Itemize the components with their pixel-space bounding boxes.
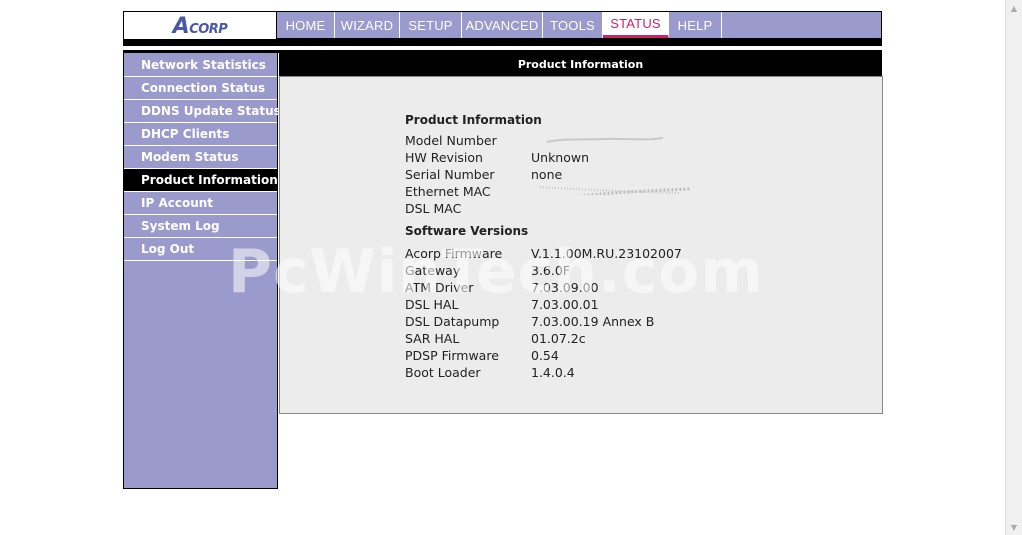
page-title: Product Information (279, 53, 882, 76)
sidebar: Network Statistics Connection Status DDN… (123, 53, 281, 489)
tab-setup[interactable]: SETUP (400, 12, 462, 38)
sw-value: 7.03.09.00 (531, 280, 599, 295)
sidebar-item-ip-account[interactable]: IP Account (124, 192, 277, 215)
product-info-heading: Product Information (405, 113, 542, 127)
tab-wizard[interactable]: WIZARD (335, 12, 400, 38)
product-info-panel: Product Information Model Number HW Revi… (279, 76, 883, 414)
info-value: none (531, 167, 563, 182)
sw-value: 7.03.00.01 (531, 297, 599, 312)
sidebar-item-modem-status[interactable]: Modem Status (124, 146, 277, 169)
sw-value: 0.54 (531, 348, 559, 363)
sidebar-item-ddns-update-status[interactable]: DDNS Update Status (124, 100, 281, 123)
sidebar-item-log-out[interactable]: Log Out (124, 238, 277, 261)
sidebar-item-system-log[interactable]: System Log (124, 215, 277, 238)
logo-text: CORP (189, 22, 228, 37)
info-label: Ethernet MAC (405, 184, 491, 199)
software-versions-heading: Software Versions (405, 224, 529, 238)
vertical-scrollbar[interactable]: ▲ ▼ (1005, 0, 1022, 535)
info-row-dsl-mac: DSL MAC (405, 200, 531, 217)
sw-label: Gateway (405, 263, 461, 278)
sw-row-sar-hal: SAR HAL 01.07.2c (405, 330, 586, 347)
info-label: HW Revision (405, 150, 483, 165)
sw-row-acorp-firmware: Acorp Firmware V.1.1.00M.RU.23102007 (405, 245, 682, 262)
sw-label: Acorp Firmware (405, 246, 503, 261)
info-row-model-number: Model Number (405, 132, 664, 149)
sw-row-dsl-datapump: DSL Datapump 7.03.00.19 Annex B (405, 313, 654, 330)
sw-row-boot-loader: Boot Loader 1.4.0.4 (405, 364, 575, 381)
info-label: DSL MAC (405, 201, 462, 216)
sw-value: V.1.1.00M.RU.23102007 (531, 246, 682, 261)
sidebar-item-network-statistics[interactable]: Network Statistics (124, 54, 277, 77)
info-row-ethernet-mac: Ethernet MAC (405, 183, 691, 200)
sw-row-pdsp-firmware: PDSP Firmware 0.54 (405, 347, 559, 364)
info-row-serial-number: Serial Number none (405, 166, 562, 183)
sw-label: SAR HAL (405, 331, 460, 346)
tab-help[interactable]: HELP (669, 12, 722, 38)
tab-tools[interactable]: TOOLS (543, 12, 603, 38)
sw-label: Boot Loader (405, 365, 481, 380)
tab-home[interactable]: HOME (277, 12, 335, 38)
sw-label: PDSP Firmware (405, 348, 499, 363)
redacted-scribble (546, 137, 664, 143)
info-label: Model Number (405, 133, 497, 148)
acorp-logo: ACORP (173, 14, 228, 39)
tab-advanced[interactable]: ADVANCED (462, 12, 543, 38)
sw-row-gateway: Gateway 3.6.0F (405, 262, 570, 279)
sidebar-item-product-information[interactable]: Product Information (124, 169, 278, 192)
sw-row-dsl-hal: DSL HAL 7.03.00.01 (405, 296, 599, 313)
sidebar-item-dhcp-clients[interactable]: DHCP Clients (124, 123, 277, 146)
info-value: Unknown (531, 150, 590, 165)
header-divider (123, 39, 882, 46)
sw-value: 3.6.0F (531, 263, 570, 278)
top-nav: HOME WIZARD SETUP ADVANCED TOOLS STATUS … (277, 11, 882, 39)
scroll-down-icon[interactable]: ▼ (1008, 521, 1020, 533)
logo-initial: A (172, 14, 190, 39)
sw-value: 01.07.2c (531, 331, 586, 346)
logo: ACORP (123, 11, 277, 41)
tab-status[interactable]: STATUS (603, 12, 669, 38)
sw-label: DSL Datapump (405, 314, 500, 329)
scroll-up-icon[interactable]: ▲ (1008, 2, 1020, 14)
info-row-hw-revision: HW Revision Unknown (405, 149, 589, 166)
sw-row-atm-driver: ATM Driver 7.03.09.00 (405, 279, 599, 296)
sidebar-item-connection-status[interactable]: Connection Status (124, 77, 277, 100)
redacted-scribble (539, 186, 691, 195)
sw-label: DSL HAL (405, 297, 459, 312)
sw-value: 1.4.0.4 (531, 365, 575, 380)
info-label: Serial Number (405, 167, 495, 182)
sw-label: ATM Driver (405, 280, 474, 295)
sw-value: 7.03.00.19 Annex B (531, 314, 655, 329)
